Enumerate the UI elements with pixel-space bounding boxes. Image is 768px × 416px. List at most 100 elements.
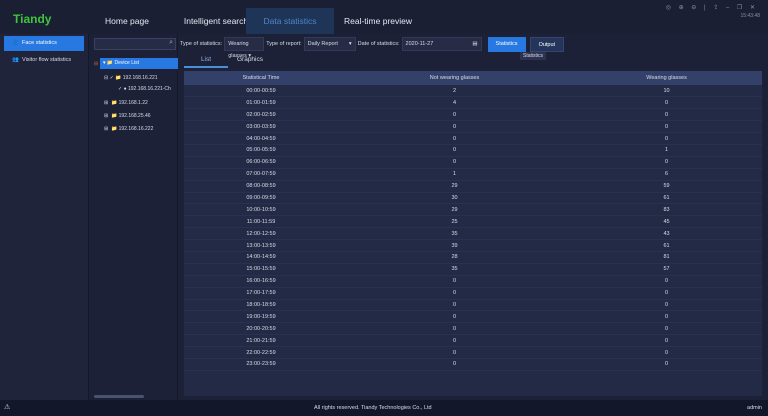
table-cell: 0 [338,275,571,287]
date-input[interactable]: 2020-11-27▤ [402,37,482,51]
table-row[interactable]: 21:00-21:5900 [184,335,762,347]
table-cell: 61 [571,192,762,204]
tree-root-label: Device List [115,60,139,66]
table-row[interactable]: 12:00-12:593543 [184,228,762,240]
horizontal-scrollbar[interactable] [94,395,144,398]
tab-list[interactable]: List [184,54,228,68]
output-button[interactable]: Output [530,37,565,52]
table-row[interactable]: 19:00-19:5900 [184,311,762,323]
report-select[interactable]: Daily Report▾ [304,37,356,51]
table-cell: 39 [338,240,571,252]
sidebar: 👤Face statistics 👥Visitor flow statistic… [0,34,89,400]
nav-data-statistics[interactable]: Data statistics [246,8,334,34]
statistics-button[interactable]: Statistics [488,37,526,52]
table-cell: 0 [571,275,762,287]
table-row[interactable]: 04:00-04:5900 [184,133,762,145]
tab-graphics[interactable]: Graphics [228,54,272,68]
filter-bar: Type of statistics: Wearing glasses ▾ Ty… [180,37,564,51]
table-row[interactable]: 01:00-01:5940 [184,97,762,109]
table-cell: 0 [338,311,571,323]
calendar-icon[interactable]: ▤ [472,38,477,50]
table-cell: 16:00-16:59 [184,275,338,287]
col-header: Statistical Time [184,71,338,85]
table-row[interactable]: 00:00-00:59210 [184,85,762,97]
window-controls[interactable]: ◎ ⊕ ⊖ | ⇪ – ❐ ✕ [666,4,758,11]
table-row[interactable]: 05:00-05:5901 [184,144,762,156]
table-row[interactable]: 20:00-20:5900 [184,323,762,335]
table-row[interactable]: 15:00-15:593557 [184,263,762,275]
table-cell: 07:00-07:59 [184,168,338,180]
table-cell: 23:00-23:59 [184,358,338,370]
tree-node[interactable]: ⊞ 📁 192.168.16.222 [104,124,153,135]
type-label: Type of statistics: [180,41,222,47]
table-cell: 00:00-00:59 [184,85,338,97]
col-header: Not wearing glasses [338,71,571,85]
user-name: admin [747,405,762,411]
table-row[interactable]: 22:00-22:5900 [184,347,762,359]
sidebar-item-face-statistics[interactable]: 👤Face statistics [4,36,84,51]
table-cell: 19:00-19:59 [184,311,338,323]
tree-node[interactable]: ⊟ ✓ 📁 192.168.16.221 [104,73,158,84]
table-row[interactable]: 18:00-18:5900 [184,299,762,311]
tree-node[interactable]: ⊞ 📁 192.168.25.46 [104,111,151,122]
table-cell: 0 [338,335,571,347]
table-cell: 29 [338,180,571,192]
table-row[interactable]: 02:00-02:5900 [184,109,762,121]
tree-node-label: 192.168.1.22 [119,100,148,106]
table-cell: 01:00-01:59 [184,97,338,109]
table-cell: 10:00-10:59 [184,204,338,216]
nav-home-page[interactable]: Home page [83,8,171,34]
table-cell: 25 [338,216,571,228]
tree-node[interactable]: ⊞ 📁 192.168.1.22 [104,98,148,109]
sidebar-item-visitor-flow[interactable]: 👥Visitor flow statistics [4,53,84,68]
table-cell: 22:00-22:59 [184,347,338,359]
table-row[interactable]: 14:00-14:592881 [184,251,762,263]
table-cell: 09:00-09:59 [184,192,338,204]
table-row[interactable]: 08:00-08:592959 [184,180,762,192]
table-cell: 29 [338,204,571,216]
logo: Tiandy [13,12,51,26]
report-label: Type of report: [266,41,301,47]
nav-real-time-preview[interactable]: Real-time preview [334,8,422,34]
table-row[interactable]: 17:00-17:5900 [184,287,762,299]
table-cell: 04:00-04:59 [184,133,338,145]
expand-icon[interactable]: ⊟ [94,59,98,70]
table-row[interactable]: 23:00-23:5900 [184,358,762,370]
sidebar-item-label: Face statistics [22,40,57,46]
table-cell: 1 [571,144,762,156]
col-header: Wearing glasses [571,71,762,85]
table-cell: 45 [571,216,762,228]
table-cell: 0 [571,323,762,335]
table-row[interactable]: 06:00-06:5900 [184,156,762,168]
table-cell: 4 [338,97,571,109]
table-cell: 0 [571,109,762,121]
type-select[interactable]: Wearing glasses ▾ [224,37,264,51]
table-cell: 11:00-11:59 [184,216,338,228]
table-row[interactable]: 10:00-10:592983 [184,204,762,216]
table-cell: 0 [571,358,762,370]
table-row[interactable]: 16:00-16:5900 [184,275,762,287]
table-cell: 02:00-02:59 [184,109,338,121]
tooltip: Statistics [520,52,546,60]
table-row[interactable]: 09:00-09:593061 [184,192,762,204]
chevron-down-icon: ▾ [349,38,352,50]
table-row[interactable]: 07:00-07:5916 [184,168,762,180]
warning-icon[interactable]: ⚠ [4,403,10,411]
table-row[interactable]: 03:00-03:5900 [184,121,762,133]
tree-node-camera[interactable]: ✓ ● 192.168.16.221-Ch [118,84,171,95]
tree-root[interactable]: ▾ 📁 Device List [100,58,178,69]
table-cell: 57 [571,263,762,275]
table-cell: 61 [571,240,762,252]
table-row[interactable]: 11:00-11:592545 [184,216,762,228]
device-tree: ⌕ ⊟ ▾ 📁 Device List ⊟ ✓ 📁 192.168.16.221… [90,34,178,400]
clock: 15:43:48 [741,13,760,19]
table-row[interactable]: 13:00-13:593961 [184,240,762,252]
table-cell: 0 [571,133,762,145]
device-search-input[interactable]: ⌕ [94,38,176,50]
tree-node-label: 192.168.25.46 [119,113,151,119]
statistics-table: Statistical Time Not wearing glasses Wea… [184,71,762,396]
table-cell: 18:00-18:59 [184,299,338,311]
tree-node-label: 192.168.16.221-Ch [128,86,171,92]
table-cell: 0 [571,121,762,133]
top-bar: Tiandy Home page Intelligent search Data… [0,0,768,34]
